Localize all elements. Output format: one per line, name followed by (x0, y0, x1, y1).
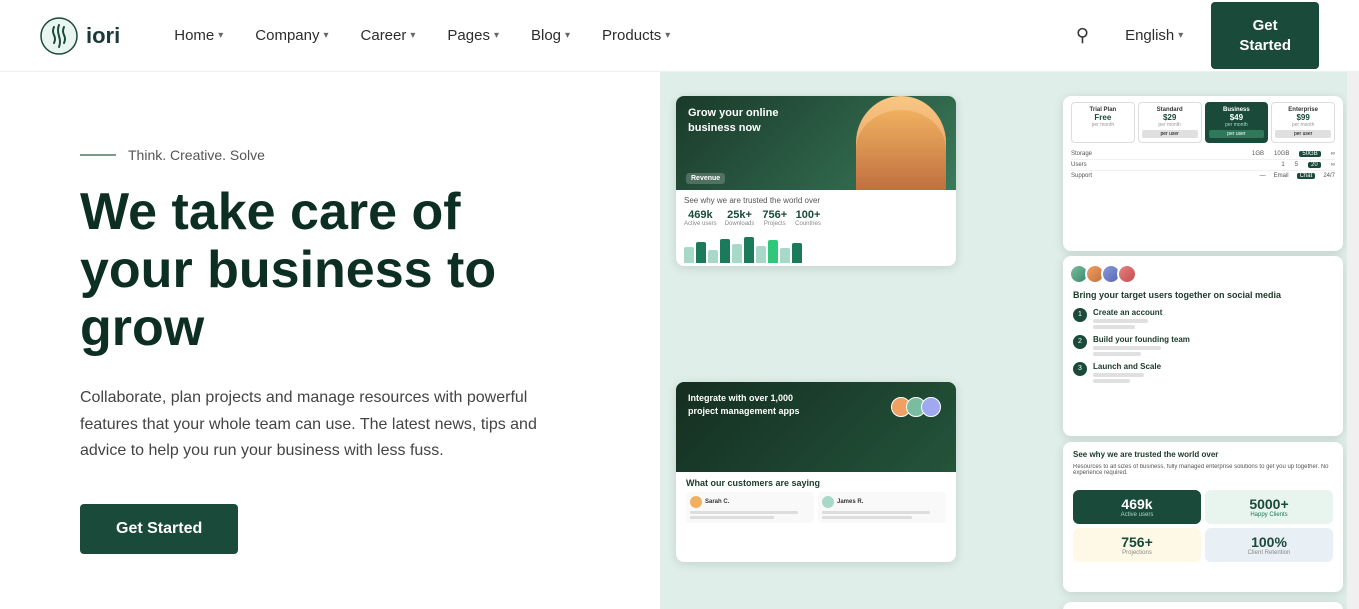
hero-eyebrow: Think. Creative. Solve (80, 147, 610, 163)
step-num-1: 1 (1073, 308, 1087, 322)
trust-stat-756: 756+ Projections (1073, 528, 1201, 562)
trust-stat-100pct: 100% Client Retention (1205, 528, 1333, 562)
pricing-tiers: Trial Plan Free per month Standard $29 p… (1071, 102, 1335, 143)
get-started-button[interactable]: Get Started (1211, 2, 1319, 69)
tier-standard: Standard $29 per month per user (1138, 102, 1202, 143)
testimonials: Sarah C. James R. (686, 492, 946, 523)
pricing-features: Storage 1GB 10GB 50GB ∞ Users 1 5 (1071, 149, 1335, 181)
hero-heading: We take care of your business to grow (80, 183, 610, 358)
chevron-down-icon: ▾ (410, 30, 415, 41)
feature-row: Storage 1GB 10GB 50GB ∞ (1071, 149, 1335, 160)
search-icon[interactable]: ⚲ (1068, 17, 1097, 54)
tier-trial: Trial Plan Free per month (1071, 102, 1135, 143)
scrollbar[interactable] (1347, 0, 1359, 609)
chevron-down-icon: ▾ (565, 30, 570, 41)
logo[interactable]: iori (40, 17, 120, 55)
business-card-content: Business can also be site (1063, 602, 1343, 609)
nav-links: Home ▾ Company ▾ Career ▾ Pages ▾ Blog ▾… (160, 19, 1068, 52)
chevron-down-icon: ▾ (494, 30, 499, 41)
project-customers: What our customers are saying Sarah C. (676, 472, 956, 529)
trust-stat-469k: 469k Active users (1073, 490, 1201, 524)
social-card-content: Bring your target users together on soci… (1063, 256, 1343, 391)
nav-item-products[interactable]: Products ▾ (588, 19, 684, 52)
stat-100: 100+ Countries (795, 209, 821, 227)
navbar: iori Home ▾ Company ▾ Career ▾ Pages ▾ B… (0, 0, 1359, 72)
grow-numbers: 469k Active users 25k+ Downloads 756+ Pr… (684, 209, 948, 227)
feature-row-2: Users 1 5 20 ∞ (1071, 160, 1335, 171)
nav-item-blog[interactable]: Blog ▾ (517, 19, 584, 52)
mini-bar-chart (676, 233, 956, 267)
chevron-down-icon: ▾ (1178, 30, 1183, 41)
chevron-down-icon: ▾ (218, 30, 223, 41)
grow-bottom-stats: See why we are trusted the world over 46… (676, 190, 956, 233)
stat-25k: 25k+ Downloads (725, 209, 755, 227)
step-2-content: Build your founding team (1093, 335, 1190, 356)
hero-left: Think. Creative. Solve We take care of y… (0, 72, 660, 609)
preview-card-pricing: Trial Plan Free per month Standard $29 p… (1063, 96, 1343, 251)
chevron-down-icon: ▾ (665, 30, 670, 41)
step-3-content: Launch and Scale (1093, 362, 1161, 383)
social-steps: 1 Create an account 2 Build your foundin… (1073, 308, 1333, 383)
pricing-tiers-container: Trial Plan Free per month Standard $29 p… (1063, 96, 1343, 187)
hero-cta-button[interactable]: Get Started (80, 504, 238, 554)
step-1-content: Create an account (1093, 308, 1162, 329)
feature-row-3: Support — Email Chat 24/7 (1071, 171, 1335, 181)
nav-item-company[interactable]: Company ▾ (241, 19, 342, 52)
hero-section: Think. Creative. Solve We take care of y… (0, 72, 1359, 609)
trust-content: See why we are trusted the world over Re… (1063, 442, 1343, 570)
trust-stat-5000: 5000+ Happy Clients (1205, 490, 1333, 524)
step-1: 1 Create an account (1073, 308, 1333, 329)
logo-text: iori (86, 23, 120, 49)
tier-enterprise: Enterprise $99 per month per user (1271, 102, 1335, 143)
project-image: Integrate with over 1,000 project manage… (676, 382, 956, 472)
testimonial-1: Sarah C. (686, 492, 814, 523)
chevron-down-icon: ▾ (323, 30, 328, 41)
preview-card-grow: Grow your online business now Revenue Se… (676, 96, 956, 266)
nav-right: ⚲ English ▾ Get Started (1068, 2, 1319, 69)
nav-item-home[interactable]: Home ▾ (160, 19, 237, 52)
trust-stats-grid: 469k Active users 5000+ Happy Clients 75… (1073, 490, 1333, 562)
step-2: 2 Build your founding team (1073, 335, 1333, 356)
preview-card-social: Bring your target users together on soci… (1063, 256, 1343, 436)
preview-card-business: Business can also be site (1063, 602, 1343, 609)
preview-card-trust: See why we are trusted the world over Re… (1063, 442, 1343, 592)
nav-item-pages[interactable]: Pages ▾ (433, 19, 513, 52)
nav-item-career[interactable]: Career ▾ (347, 19, 430, 52)
project-avatars (896, 397, 941, 417)
hero-right: Grow your online business now Revenue Se… (660, 72, 1359, 609)
grow-stats-row: Revenue (686, 173, 725, 184)
trust-title: See why we are trusted the world over (1073, 450, 1333, 460)
step-num-2: 2 (1073, 335, 1087, 349)
preview-card-project: Integrate with over 1,000 project manage… (676, 382, 956, 562)
avatar-group (1073, 264, 1333, 284)
language-selector[interactable]: English ▾ (1113, 19, 1195, 52)
eyebrow-line (80, 154, 116, 156)
testimonial-2: James R. (818, 492, 946, 523)
step-3: 3 Launch and Scale (1073, 362, 1333, 383)
social-title: Bring your target users together on soci… (1073, 290, 1333, 302)
hero-description: Collaborate, plan projects and manage re… (80, 385, 560, 464)
stat-469k: 469k Active users (684, 209, 717, 227)
person-illustration (856, 96, 946, 190)
tier-business: Business $49 per month per user (1205, 102, 1269, 143)
grow-card-title: Grow your online business now (688, 106, 798, 137)
step-num-3: 3 (1073, 362, 1087, 376)
stat-756: 756+ Projects (762, 209, 787, 227)
